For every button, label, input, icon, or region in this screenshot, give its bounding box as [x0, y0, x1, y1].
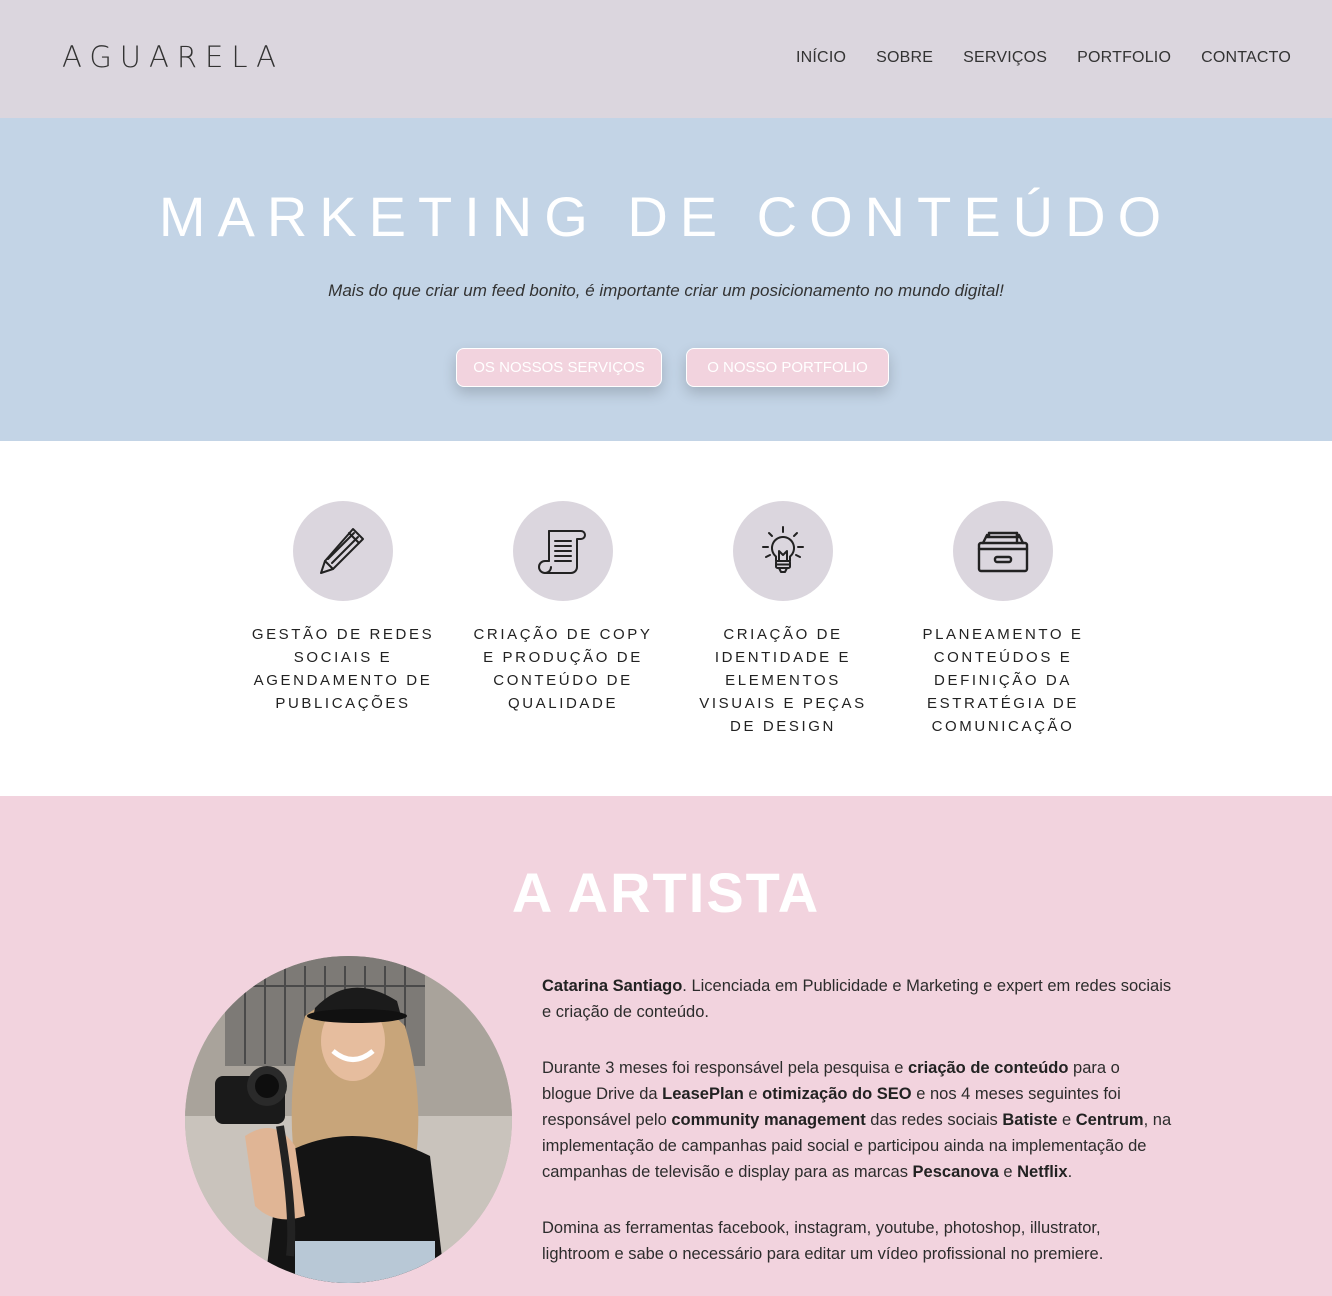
services-section: GESTÃO DE REDES SOCIAIS E AGENDAMENTO DE…	[0, 441, 1332, 796]
bio-paragraph-3: Domina as ferramentas facebook, instagra…	[542, 1219, 1104, 1263]
main-nav: INÍCIO SOBRE SERVIÇOS PORTFOLIO CONTACTO	[796, 49, 1291, 67]
bio-paragraph-2: Durante 3 meses foi responsável pela pes…	[542, 1059, 1172, 1181]
artist-section: A ARTISTA Catarina Santiago. Licenciada …	[0, 796, 1332, 1296]
service-label: CRIAÇÃO DE IDENTIDADE E ELEMENTOS VISUAI…	[699, 626, 867, 735]
site-logo[interactable]: AGUARELA	[62, 40, 284, 74]
bio-paragraph-1: Catarina Santiago. Licenciada em Publici…	[542, 977, 1172, 1021]
nav-item-sobre[interactable]: SOBRE	[876, 49, 933, 67]
site-header: AGUARELA INÍCIO SOBRE SERVIÇOS PORTFOLIO…	[0, 0, 1332, 118]
service-label: GESTÃO DE REDES SOCIAIS E AGENDAMENTO DE…	[251, 626, 435, 712]
artist-photo	[185, 956, 512, 1283]
service-item-identity: CRIAÇÃO DE IDENTIDADE E ELEMENTOS VISUAI…	[688, 501, 878, 738]
hero-title: MARKETING DE CONTEÚDO	[158, 185, 1174, 248]
portfolio-button[interactable]: O NOSSO PORTFOLIO	[686, 348, 889, 387]
hero-subtitle: Mais do que criar um feed bonito, é impo…	[328, 281, 1004, 300]
nav-item-portfolio[interactable]: PORTFOLIO	[1077, 49, 1171, 67]
archive-box-icon	[977, 531, 1029, 573]
service-icon-circle	[733, 501, 833, 601]
service-icon-circle	[293, 501, 393, 601]
scroll-icon	[538, 530, 586, 574]
service-label: CRIAÇÃO DE COPY E PRODUÇÃO DE CONTEÚDO D…	[473, 626, 653, 712]
artist-title: A ARTISTA	[511, 861, 821, 924]
service-item-planning: PLANEAMENTO E CONTEÚDOS E DEFINIÇÃO DA E…	[908, 501, 1098, 738]
artist-bio: Catarina Santiago. Licenciada em Publici…	[542, 973, 1172, 1296]
pencil-icon	[320, 528, 364, 574]
service-item-social: GESTÃO DE REDES SOCIAIS E AGENDAMENTO DE…	[248, 501, 438, 715]
hero-section: MARKETING DE CONTEÚDO Mais do que criar …	[0, 118, 1332, 441]
lightbulb-icon	[762, 526, 804, 573]
nav-item-servicos[interactable]: SERVIÇOS	[963, 49, 1047, 67]
service-icon-circle	[953, 501, 1053, 601]
service-label: PLANEAMENTO E CONTEÚDOS E DEFINIÇÃO DA E…	[922, 626, 1084, 735]
service-item-copy: CRIAÇÃO DE COPY E PRODUÇÃO DE CONTEÚDO D…	[468, 501, 658, 715]
service-icon-circle	[513, 501, 613, 601]
nav-item-contacto[interactable]: CONTACTO	[1201, 49, 1291, 67]
services-button[interactable]: OS NOSSOS SERVIÇOS	[456, 348, 662, 387]
nav-item-inicio[interactable]: INÍCIO	[796, 49, 846, 67]
